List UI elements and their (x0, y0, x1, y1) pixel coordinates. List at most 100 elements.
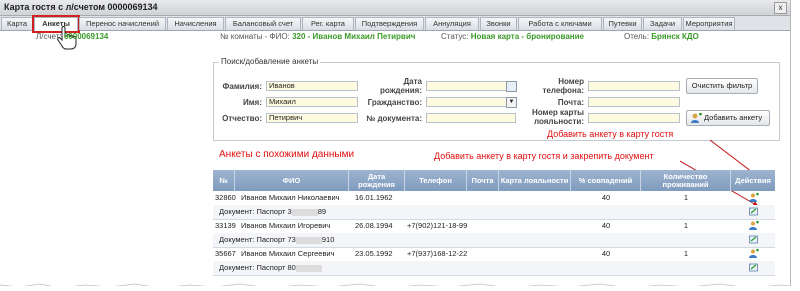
document-text: Документ: Паспорт 3 (219, 207, 292, 216)
col-email: Почта (467, 170, 499, 191)
tab-calls[interactable]: Звонки (480, 17, 517, 30)
row-num: 32860 (215, 193, 236, 202)
col-fio: ФИО (235, 170, 349, 191)
email-label: Почта: (557, 98, 584, 107)
account-value: 0000069134 (63, 32, 109, 41)
document-tail: 910 (321, 235, 335, 244)
status-value: Новая карта - бронирование (470, 32, 584, 41)
row-num: 35667 (215, 249, 236, 258)
row-phone: +7(937)168-12-22 (407, 249, 467, 258)
document-field[interactable] (426, 113, 516, 123)
results-title: Анкеты с похожими данными (219, 149, 355, 160)
tab-card[interactable]: Карта (1, 17, 33, 30)
hotel-label: Отель: (624, 32, 650, 41)
torn-edge (0, 283, 790, 286)
document-text: Документ: Паспорт 73 (219, 235, 296, 244)
row-phone: +7(902)121-18-99 (407, 221, 467, 230)
tab-tasks[interactable]: Задачи (643, 17, 682, 30)
col-loyalty: Карта лояльности (499, 170, 571, 191)
add-and-attach-icon[interactable] (749, 235, 759, 244)
annotation-add-to-card: Добавить анкету в карту гостя (547, 129, 674, 139)
row-document: Документ: Паспорт 73 910 (219, 233, 419, 247)
surname-field[interactable] (266, 81, 358, 91)
add-to-card-icon[interactable] (749, 221, 759, 230)
tab-vouchers[interactable]: Путевки (603, 17, 642, 30)
tab-reg-card[interactable]: Рег. карта (302, 17, 354, 30)
add-to-card-icon[interactable] (749, 249, 759, 258)
row-match: 40 (601, 249, 611, 258)
loyalty-label: Номер карты лояльности: (531, 108, 584, 126)
document-row: Документ: Паспорт 3 89 (213, 205, 775, 220)
masked-number (291, 208, 318, 216)
room-value: 320 - Иванов Михаил Петирвич (292, 32, 416, 41)
guest-card-window: Карта гостя с л/счетом 0000069134 x Карт… (0, 0, 791, 286)
add-and-attach-icon[interactable] (749, 207, 759, 216)
birthdate-field[interactable] (426, 81, 516, 91)
row-stays: 1 (683, 221, 689, 230)
add-user-icon (691, 113, 702, 123)
window-title: Карта гостя с л/счетом 0000069134 (4, 2, 158, 12)
row-document: Документ: Паспорт 80 (219, 261, 419, 275)
row-document: Документ: Паспорт 3 89 (219, 205, 419, 219)
table-row[interactable]: 33139 Иванов Михаил Игоревич 26.08.1994 … (213, 219, 775, 234)
room-info: № комнаты - ФИО: 320 - Иванов Михаил Пет… (220, 32, 415, 41)
table-row[interactable]: 35667 Иванов Михаил Сергеевич 23.05.1992… (213, 247, 775, 262)
tab-keys[interactable]: Работа с ключами (518, 17, 602, 30)
masked-number (295, 264, 322, 272)
annotation-add-and-attach: Добавить анкету в карту гостя и закрепит… (434, 151, 654, 161)
row-stays: 1 (683, 249, 689, 258)
clear-filter-button[interactable]: Очистить фильтр (686, 78, 758, 94)
account-label: Л/счет: (36, 32, 62, 41)
name-field[interactable] (266, 97, 358, 107)
account-info: Л/счет: 0000069134 (36, 32, 108, 41)
surname-label: Фамилия: (222, 82, 262, 91)
add-profile-label: Добавить анкету (704, 113, 763, 122)
add-and-attach-icon[interactable] (749, 263, 759, 272)
tab-charges[interactable]: Начисления (167, 17, 224, 30)
row-fio: Иванов Михаил Николаевич (241, 193, 340, 202)
chevron-down-icon[interactable]: ▼ (506, 97, 517, 108)
room-label: № комнаты - ФИО: (220, 32, 290, 41)
citizenship-label: Гражданство: (367, 98, 422, 107)
close-button[interactable]: x (774, 2, 787, 14)
phone-label: Номер телефона: (542, 77, 584, 95)
document-label: № документа: (366, 114, 422, 123)
row-birthdate: 26.08.1994 (355, 221, 393, 230)
loyalty-field[interactable] (588, 113, 680, 123)
birthdate-label: Дата рождения: (380, 77, 422, 95)
table-row[interactable]: 32860 Иванов Михаил Николаевич 16.01.196… (213, 191, 775, 206)
col-match: % совпадений (571, 170, 641, 191)
row-match: 40 (601, 221, 611, 230)
tab-events[interactable]: Мероприятия (683, 17, 735, 30)
hotel-value: Брянск КДО (651, 32, 699, 41)
calendar-icon[interactable] (506, 81, 517, 92)
col-birthdate: Дата рождения (349, 170, 405, 191)
row-phone (407, 191, 467, 205)
tab-confirmations[interactable]: Подтверждения (355, 17, 424, 30)
col-num: № (213, 170, 235, 191)
search-legend: Поиск/добавление анкеты (219, 57, 321, 66)
status-info: Статус: Новая карта - бронирование (441, 32, 584, 41)
row-match: 40 (601, 193, 611, 202)
col-actions: Действия (735, 175, 771, 185)
patronymic-field[interactable] (266, 113, 358, 123)
citizenship-select[interactable] (426, 97, 516, 107)
patronymic-label: Отчество: (222, 114, 262, 123)
tab-transfer-charges[interactable]: Перенос начислений (79, 17, 166, 30)
document-row: Документ: Паспорт 73 910 (213, 233, 775, 248)
col-stays: Количество проживаний (641, 170, 731, 191)
add-to-card-icon[interactable] (749, 193, 759, 202)
row-stays: 1 (683, 193, 689, 202)
row-fio: Иванов Михаил Сергеевич (241, 249, 335, 258)
tab-balance-account[interactable]: Балансовый счет (225, 17, 301, 30)
email-field[interactable] (588, 97, 680, 107)
add-profile-button[interactable]: Добавить анкету (686, 110, 770, 126)
col-phone: Телефон (405, 170, 467, 191)
row-birthdate: 23.05.1992 (355, 249, 393, 258)
document-tail: 89 (317, 207, 327, 216)
masked-number (295, 236, 322, 244)
status-label: Статус: (441, 32, 469, 41)
tab-cancellation[interactable]: Аннуляция (425, 17, 479, 30)
phone-field[interactable] (588, 81, 680, 91)
row-num: 33139 (215, 221, 236, 230)
